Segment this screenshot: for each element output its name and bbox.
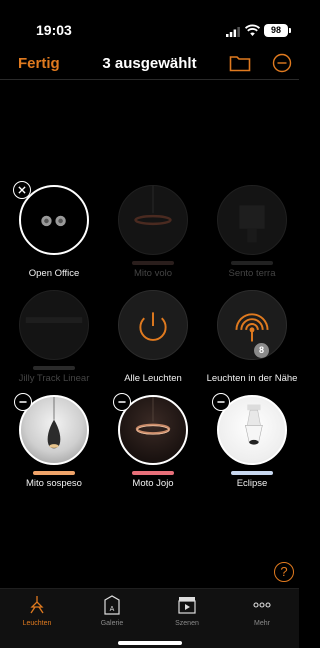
minus-circle-icon[interactable] [272,53,292,73]
light-tile-mito-sospeso[interactable]: Mito sospeso [4,393,104,495]
light-label: Eclipse [236,478,268,489]
color-bar [33,471,75,475]
tab-bar: Leuchten A Galerie Szenen Mehr [0,588,299,648]
lamp-icon [30,596,44,614]
tab-szenen[interactable]: Szenen [150,595,224,635]
nav-bar: Fertig 3 ausgewählt [0,50,299,80]
light-tile-open-office[interactable]: Open Office [4,181,104,285]
color-bar [132,261,174,265]
light-circle [19,185,89,255]
light-tile-eclipse[interactable]: Eclipse [202,393,302,495]
count-badge: 8 [254,343,269,358]
light-tile-jilly-track-linear[interactable]: Jilly Track Linear [4,290,104,390]
folder-icon[interactable] [229,54,251,72]
ring-lamp-icon [134,186,172,226]
broadcast-icon [235,313,269,342]
light-circle [19,290,89,360]
scenes-icon [178,597,196,614]
minus-icon[interactable] [212,393,230,411]
tab-label: Leuchten [22,620,52,627]
group-icon [41,215,66,227]
minus-icon[interactable] [14,393,32,411]
minus-icon[interactable] [113,393,131,411]
light-circle [217,290,287,360]
color-bar [231,471,273,475]
light-circle [118,185,188,255]
light-circle [217,185,287,255]
help-button[interactable]: ? [274,562,294,582]
spot-lamp-icon [245,404,263,445]
color-bar [231,261,273,265]
tab-label: Galerie [100,620,124,627]
light-tile-sento-terra[interactable]: Sento terra [202,185,302,285]
status-time: 19:03 [36,22,72,38]
more-icon [253,602,271,608]
light-label: Leuchten in der Nähe [206,373,298,384]
light-label: Sento terra [228,268,276,279]
tab-leuchten[interactable]: Leuchten [0,595,74,635]
signal-icon [226,27,240,37]
power-icon [139,312,167,341]
status-bar: 19:03 98 [0,0,299,48]
tab-mehr[interactable]: Mehr [225,595,299,635]
tab-label: Szenen [175,620,199,627]
done-button[interactable]: Fertig [18,55,60,72]
wifi-icon [245,24,260,36]
light-tile-moto-jojo[interactable]: Moto Jojo [103,393,203,495]
close-icon[interactable] [13,181,31,199]
track-lamp-icon [25,317,83,324]
light-tile-mito-volo[interactable]: Mito volo [103,185,203,285]
tab-label: Mehr [254,620,270,627]
tab-galerie[interactable]: A Galerie [75,595,149,635]
box-lamp-icon [239,205,265,243]
color-bar [33,366,75,370]
gallery-icon: A [104,595,120,615]
color-bar [132,471,174,475]
ring-lamp-icon [135,397,171,435]
battery-indicator: 98 [264,24,291,37]
drop-lamp-icon [47,397,61,449]
home-indicator [118,641,182,645]
light-tile-nearby-lights[interactable]: 8 Leuchten in der Nähe [202,290,302,390]
light-circle [118,290,188,360]
light-tile-all-lights[interactable]: Alle Leuchten [103,290,203,390]
svg-text:A: A [110,606,115,613]
